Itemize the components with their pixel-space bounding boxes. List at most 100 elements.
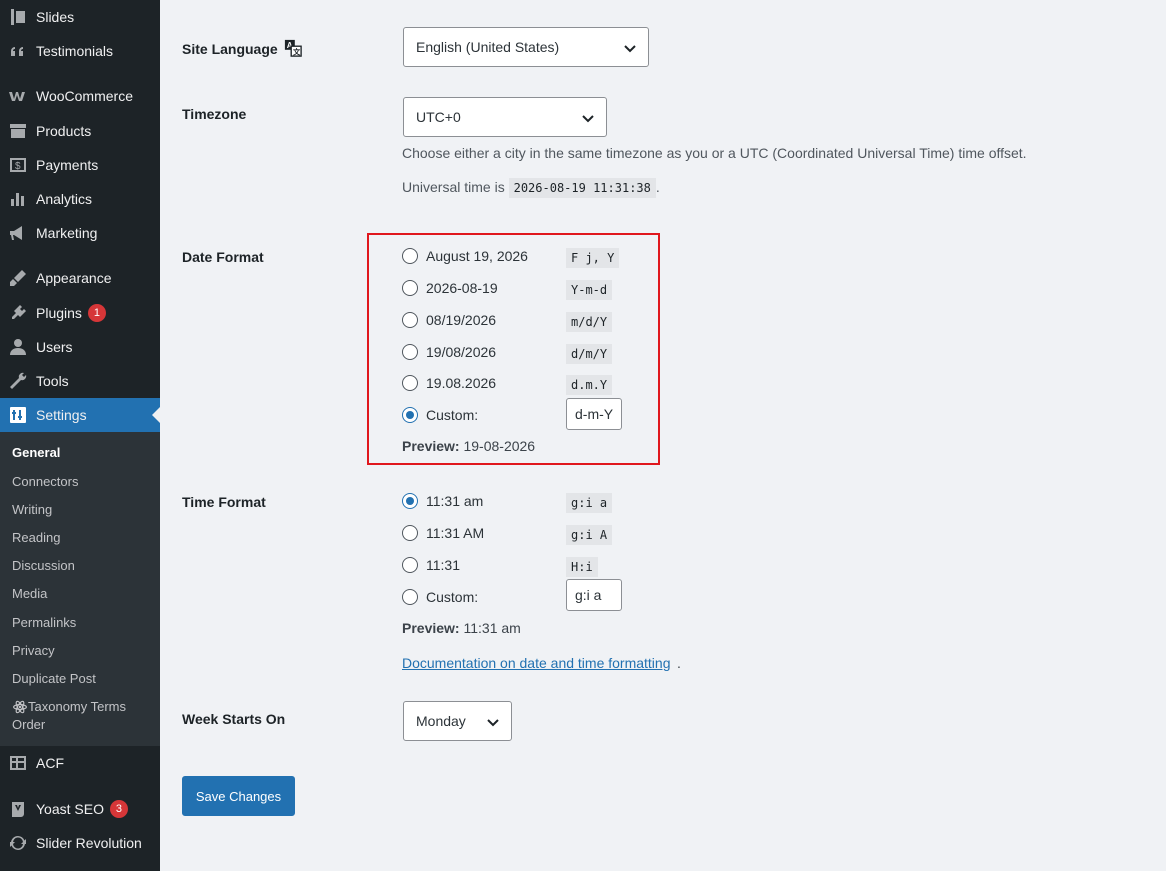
submenu-privacy[interactable]: Privacy xyxy=(12,643,55,658)
format-code: g:i a xyxy=(566,493,613,513)
format-code: F j, Y xyxy=(566,248,620,268)
submenu-general[interactable]: General xyxy=(12,445,60,460)
week-starts-select[interactable]: Monday xyxy=(403,701,512,741)
format-code: H:i xyxy=(566,557,598,577)
submenu-reading[interactable]: Reading xyxy=(12,530,60,545)
settings-icon xyxy=(0,405,36,425)
menu-label: Products xyxy=(36,123,92,139)
menu-appearance[interactable]: Appearance xyxy=(0,261,160,295)
translation-icon: A文 xyxy=(284,39,302,57)
menu-label: Yoast SEO xyxy=(36,801,104,817)
radio-button[interactable] xyxy=(402,248,418,264)
date-format-custom-input[interactable] xyxy=(566,398,622,430)
timezone-select[interactable]: UTC+0 xyxy=(403,97,607,137)
svg-text:文: 文 xyxy=(292,47,301,56)
submenu-connectors[interactable]: Connectors xyxy=(12,474,78,489)
radio-button[interactable] xyxy=(402,312,418,328)
payments-icon: $ xyxy=(0,155,36,175)
menu-label: WooCommerce xyxy=(36,88,133,104)
date-format-preview: Preview: 19-08-2026 xyxy=(402,438,536,454)
menu-label: Marketing xyxy=(36,225,98,241)
format-code: d.m.Y xyxy=(566,375,613,395)
radio-button[interactable] xyxy=(402,525,418,541)
refresh-icon xyxy=(0,833,36,853)
atom-icon xyxy=(13,700,27,714)
submenu-writing[interactable]: Writing xyxy=(12,502,52,517)
settings-submenu: General Connectors Writing Reading Discu… xyxy=(0,432,160,746)
menu-slides[interactable]: Slides xyxy=(0,0,160,34)
submenu-discussion[interactable]: Discussion xyxy=(12,558,75,573)
submenu-permalinks[interactable]: Permalinks xyxy=(12,615,76,630)
week-starts-label: Week Starts On xyxy=(182,711,286,727)
radio-button[interactable] xyxy=(402,344,418,360)
submenu-duplicate-post[interactable]: Duplicate Post xyxy=(12,671,96,686)
menu-label: Testimonials xyxy=(36,43,114,59)
chevron-down-icon xyxy=(624,45,636,53)
radio-button-selected[interactable] xyxy=(402,407,418,423)
plugin-icon xyxy=(0,303,36,323)
save-changes-button[interactable]: Save Changes xyxy=(182,776,295,816)
wrench-icon xyxy=(0,371,36,391)
date-format-option[interactable]: 19/08/2026 xyxy=(402,342,496,362)
date-format-option[interactable]: 19.08.2026 xyxy=(402,373,496,393)
date-format-custom-option[interactable]: Custom: xyxy=(402,405,478,425)
bar-chart-icon xyxy=(0,189,36,209)
format-code: g:i A xyxy=(566,525,613,545)
universal-time: Universal time is 2026-08-19 11:31:38. xyxy=(402,178,660,198)
submenu-media[interactable]: Media xyxy=(12,586,47,601)
time-format-option[interactable]: 11:31 xyxy=(402,555,460,575)
menu-slider-revolution[interactable]: Slider Revolution xyxy=(0,826,160,860)
time-format-custom-input[interactable] xyxy=(566,579,622,611)
slides-icon xyxy=(0,7,36,27)
format-code: d/m/Y xyxy=(566,344,613,364)
time-format-option[interactable]: 11:31 am xyxy=(402,491,483,511)
timezone-description: Choose either a city in the same timezon… xyxy=(402,145,1027,161)
radio-button[interactable] xyxy=(402,375,418,391)
menu-analytics[interactable]: Analytics xyxy=(0,182,160,216)
menu-products[interactable]: Products xyxy=(0,114,160,148)
menu-label: Settings xyxy=(36,407,87,423)
radio-button-selected[interactable] xyxy=(402,493,418,509)
date-time-docs-link[interactable]: Documentation on date and time formattin… xyxy=(402,655,671,671)
menu-label: Plugins xyxy=(36,305,82,321)
site-language-select[interactable]: English (United States) xyxy=(403,27,649,67)
date-format-option[interactable]: August 19, 2026 xyxy=(402,246,528,266)
chevron-down-icon xyxy=(582,115,594,123)
table-icon xyxy=(0,753,36,773)
menu-tools[interactable]: Tools xyxy=(0,364,160,398)
svg-text:$: $ xyxy=(15,161,21,172)
menu-label: ACF xyxy=(36,755,64,771)
menu-testimonials[interactable]: Testimonials xyxy=(0,34,160,68)
radio-button[interactable] xyxy=(402,280,418,296)
link-suffix: . xyxy=(677,655,681,671)
yoast-notification-badge: 3 xyxy=(109,800,128,818)
menu-yoast-seo[interactable]: Yoast SEO 3 xyxy=(0,792,160,826)
time-format-option[interactable]: 11:31 AM xyxy=(402,523,484,543)
menu-label: Users xyxy=(36,339,73,355)
timezone-label: Timezone xyxy=(182,106,247,122)
menu-marketing[interactable]: Marketing xyxy=(0,216,160,250)
time-format-label: Time Format xyxy=(182,494,266,510)
time-format-custom-option[interactable]: Custom: xyxy=(402,587,478,607)
format-code: Y-m-d xyxy=(566,280,613,300)
menu-users[interactable]: Users xyxy=(0,330,160,364)
menu-label: Appearance xyxy=(36,270,112,286)
menu-label: Tools xyxy=(36,373,69,389)
brush-icon xyxy=(0,268,36,288)
woocommerce-icon xyxy=(0,86,36,106)
menu-acf[interactable]: ACF xyxy=(0,746,160,780)
menu-payments[interactable]: $ Payments xyxy=(0,148,160,182)
site-language-label: Site Language A文 xyxy=(182,39,302,57)
menu-settings[interactable]: Settings xyxy=(0,398,160,432)
submenu-taxonomy-terms-order[interactable]: Taxonomy Terms Order xyxy=(12,698,152,734)
menu-plugins[interactable]: Plugins 1 xyxy=(0,296,160,330)
radio-button[interactable] xyxy=(402,557,418,573)
admin-sidebar: Slides Testimonials WooCommerce Products… xyxy=(0,0,160,871)
universal-time-value: 2026-08-19 11:31:38 xyxy=(508,178,656,198)
menu-woocommerce[interactable]: WooCommerce xyxy=(0,79,160,113)
radio-button[interactable] xyxy=(402,589,418,605)
date-format-option[interactable]: 2026-08-19 xyxy=(402,278,498,298)
date-format-option[interactable]: 08/19/2026 xyxy=(402,310,496,330)
menu-label: Slides xyxy=(36,9,75,25)
settings-general-main: Site Language A文 English (United States)… xyxy=(160,0,1166,871)
